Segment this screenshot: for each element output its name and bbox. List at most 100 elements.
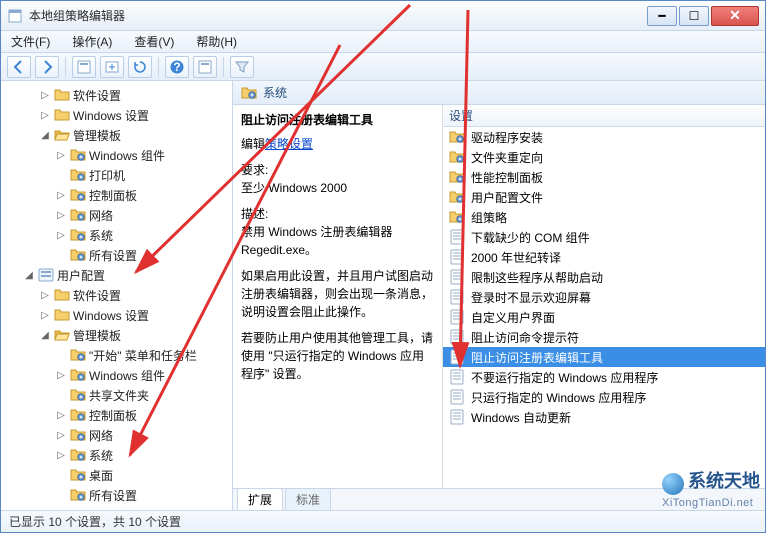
tree-pane[interactable]: ▷软件设置▷Windows 设置◢管理模板▷Windows 组件打印机▷控制面板…	[1, 81, 233, 510]
folder-gear-icon	[241, 85, 257, 101]
filter-button[interactable]	[230, 56, 254, 78]
expand-toggle[interactable]: ◢	[23, 270, 35, 281]
tree-item-label: 控制面板	[89, 187, 137, 204]
tree-item[interactable]: 所有设置	[1, 245, 232, 265]
tab-standard[interactable]: 标准	[285, 488, 331, 510]
list-item[interactable]: 性能控制面板	[443, 167, 765, 187]
list-item[interactable]: 文件夹重定向	[443, 147, 765, 167]
tree-item[interactable]: 打印机	[1, 165, 232, 185]
back-button[interactable]	[7, 56, 31, 78]
list-item[interactable]: 下载缺少的 COM 组件	[443, 227, 765, 247]
folder-gear-icon	[70, 387, 86, 403]
expand-toggle[interactable]: ▷	[39, 310, 51, 321]
tree-item[interactable]: ◢管理模板	[1, 325, 232, 345]
expand-toggle[interactable]: ▷	[55, 410, 67, 421]
expand-toggle[interactable]: ▷	[55, 430, 67, 441]
folder-gear-icon	[70, 207, 86, 223]
close-button[interactable]: ✕	[711, 6, 759, 26]
tree-item[interactable]: ▷控制面板	[1, 405, 232, 425]
expand-toggle[interactable]: ▷	[39, 290, 51, 301]
refresh-button[interactable]	[128, 56, 152, 78]
tree-item[interactable]: 桌面	[1, 465, 232, 485]
policy-icon	[449, 409, 465, 425]
expand-toggle[interactable]: ▷	[55, 190, 67, 201]
list-item-label: 阻止访问注册表编辑工具	[471, 349, 603, 366]
edit-prefix: 编辑	[241, 137, 265, 151]
toolbar	[1, 53, 765, 81]
tree-item[interactable]: ▷网络	[1, 205, 232, 225]
export-button[interactable]	[100, 56, 124, 78]
list-item-label: Windows 自动更新	[471, 409, 571, 426]
description-line: Regedit.exe。	[241, 243, 317, 257]
folder-gear-icon	[70, 147, 86, 163]
tree-item[interactable]: ▷Windows 组件	[1, 365, 232, 385]
tab-extended[interactable]: 扩展	[237, 488, 283, 510]
properties-button[interactable]	[193, 56, 217, 78]
tree-item[interactable]: ▷ 控制面板	[1, 185, 232, 205]
list-item[interactable]: 登录时不显示欢迎屏幕	[443, 287, 765, 307]
list-item-label: 不要运行指定的 Windows 应用程序	[471, 369, 658, 386]
list-item[interactable]: 只运行指定的 Windows 应用程序	[443, 387, 765, 407]
status-bar: 已显示 10 个设置，共 10 个设置	[1, 510, 765, 532]
column-header-setting[interactable]: 设置	[449, 107, 473, 124]
edit-policy-link[interactable]: 策略设置	[265, 137, 313, 151]
tree-item[interactable]: ▷软件设置	[1, 285, 232, 305]
expand-toggle[interactable]: ▷	[55, 150, 67, 161]
list-item[interactable]: 限制这些程序从帮助启动	[443, 267, 765, 287]
expand-toggle[interactable]: ▷	[55, 370, 67, 381]
tree-item[interactable]: ◢管理模板	[1, 125, 232, 145]
list-item-label: 组策略	[471, 209, 507, 226]
tree-item[interactable]: ▷ Windows 设置	[1, 305, 232, 325]
list-item[interactable]: 用户配置文件	[443, 187, 765, 207]
help-button[interactable]	[165, 56, 189, 78]
policy-icon	[449, 289, 465, 305]
policy-icon	[449, 269, 465, 285]
expand-toggle[interactable]: ▷	[39, 90, 51, 101]
list-item[interactable]: 驱动程序安装	[443, 127, 765, 147]
list-item[interactable]: 不要运行指定的 Windows 应用程序	[443, 367, 765, 387]
policy-icon	[449, 229, 465, 245]
folder-gear-icon	[70, 367, 86, 383]
maximize-button[interactable]: ☐	[679, 6, 709, 26]
tree-item[interactable]: ▷系统	[1, 225, 232, 245]
folder-open-icon	[54, 327, 70, 343]
tree-item[interactable]: 共享文件夹	[1, 385, 232, 405]
show-hide-button[interactable]	[72, 56, 96, 78]
tree-item[interactable]: ▷系统	[1, 445, 232, 465]
expand-toggle[interactable]: ▷	[39, 110, 51, 121]
minimize-button[interactable]: ━	[647, 6, 677, 26]
tree-item[interactable]: 所有设置	[1, 485, 232, 505]
folder-gear-icon	[449, 209, 465, 225]
list-item[interactable]: 阻止访问命令提示符	[443, 327, 765, 347]
menu-view[interactable]: 查看(V)	[130, 31, 178, 52]
description-para: 如果启用此设置，并且用户试图启动注册表编辑器，则会出现一条消息，说明设置会阻止此…	[241, 267, 434, 321]
list-item[interactable]: Windows 自动更新	[443, 407, 765, 427]
expand-toggle[interactable]: ◢	[39, 130, 51, 141]
tree-item-label: 打印机	[89, 167, 125, 184]
list-header[interactable]: 设置	[443, 105, 765, 127]
list-item-label: 性能控制面板	[471, 169, 543, 186]
list-item[interactable]: 自定义用户界面	[443, 307, 765, 327]
list-pane[interactable]: 设置 驱动程序安装文件夹重定向性能控制面板用户配置文件组策略下载缺少的 COM …	[443, 105, 765, 488]
list-item[interactable]: 2000 年世纪转译	[443, 247, 765, 267]
expand-toggle[interactable]: ▷	[55, 230, 67, 241]
expand-toggle[interactable]: ▷	[55, 450, 67, 461]
tree-item-label: 共享文件夹	[89, 387, 149, 404]
list-item-label: 自定义用户界面	[471, 309, 555, 326]
expand-toggle[interactable]: ◢	[39, 330, 51, 341]
tree-item[interactable]: ▷Windows 组件	[1, 145, 232, 165]
expand-toggle[interactable]: ▷	[55, 210, 67, 221]
tree-item-label: Windows 设置	[73, 307, 149, 324]
list-item[interactable]: 组策略	[443, 207, 765, 227]
folder-gear-icon	[449, 189, 465, 205]
menu-help[interactable]: 帮助(H)	[192, 31, 241, 52]
tree-item[interactable]: ▷软件设置	[1, 85, 232, 105]
tree-item[interactable]: ▷网络	[1, 425, 232, 445]
tree-item[interactable]: ◢用户配置	[1, 265, 232, 285]
forward-button[interactable]	[35, 56, 59, 78]
list-item[interactable]: 阻止访问注册表编辑工具	[443, 347, 765, 367]
menu-file[interactable]: 文件(F)	[7, 31, 54, 52]
menu-action[interactable]: 操作(A)	[68, 31, 116, 52]
tree-item[interactable]: ▷Windows 设置	[1, 105, 232, 125]
tree-item[interactable]: "开始" 菜单和任务栏	[1, 345, 232, 365]
